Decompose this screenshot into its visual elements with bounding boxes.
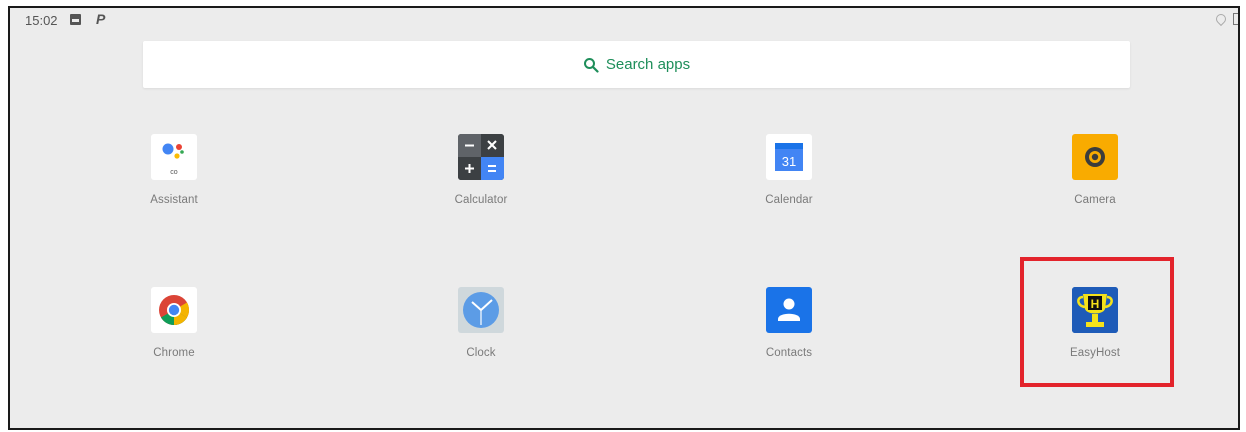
highlight-box	[1020, 257, 1174, 387]
p-icon: P	[96, 11, 106, 27]
calendar-date: 31	[782, 154, 796, 169]
status-bar: 15:02 P	[10, 8, 1238, 34]
app-label: Chrome	[153, 347, 195, 359]
calendar-icon: 31	[766, 134, 812, 180]
svg-text:co: co	[170, 169, 178, 176]
app-label: Calendar	[765, 194, 813, 206]
app-label: Contacts	[765, 347, 813, 359]
app-clock[interactable]: Clock	[411, 287, 551, 359]
device-screen: 15:02 P Search apps co Assistant Calcula…	[8, 6, 1240, 430]
clock-icon	[458, 287, 504, 333]
app-contacts[interactable]: Contacts	[719, 287, 859, 359]
search-icon	[583, 57, 599, 73]
assistant-icon: co	[151, 134, 197, 180]
app-label: Clock	[466, 347, 496, 359]
app-calendar[interactable]: 31 Calendar	[719, 134, 859, 206]
wifi-icon	[1213, 11, 1229, 27]
app-label: Calculator	[454, 194, 508, 206]
camera-icon	[1072, 134, 1118, 180]
app-calculator[interactable]: Calculator	[411, 134, 551, 206]
status-time: 15:02	[25, 13, 58, 28]
calculator-icon	[458, 134, 504, 180]
app-assistant[interactable]: co Assistant	[104, 134, 244, 206]
app-label: Assistant	[150, 194, 198, 206]
app-camera[interactable]: Camera	[1025, 134, 1165, 206]
search-apps-bar[interactable]: Search apps	[143, 41, 1130, 88]
contacts-icon	[766, 287, 812, 333]
chrome-icon	[151, 287, 197, 333]
search-apps-label: Search apps	[605, 56, 691, 73]
app-label: Camera	[1074, 194, 1116, 206]
app-chrome[interactable]: Chrome	[104, 287, 244, 359]
battery-icon	[1233, 13, 1238, 25]
image-icon	[70, 14, 81, 25]
